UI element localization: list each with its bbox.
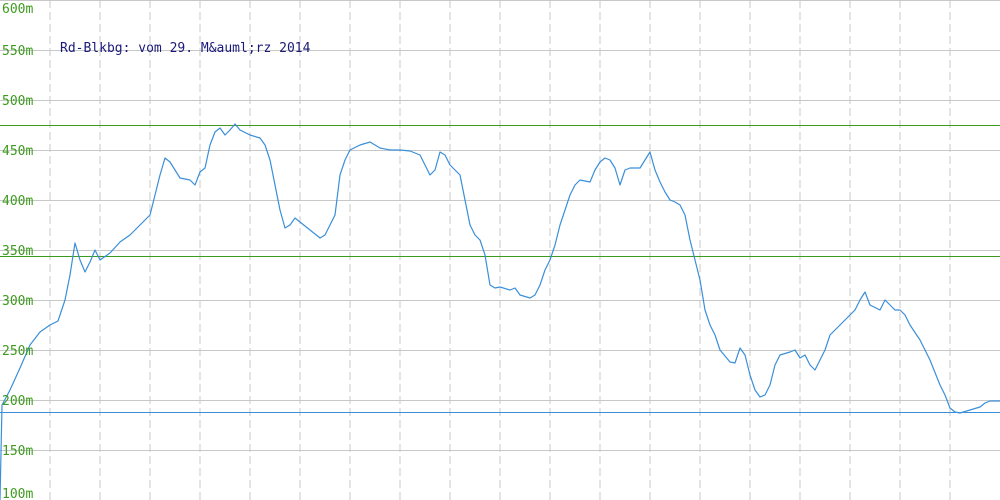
y-tick-label: 300m	[2, 294, 33, 309]
y-tick-label: 200m	[2, 394, 33, 409]
y-tick-label: 450m	[2, 144, 33, 159]
y-tick-label: 350m	[2, 244, 33, 259]
y-tick-label: 400m	[2, 194, 33, 209]
y-tick-label: 250m	[2, 344, 33, 359]
y-tick-label: 500m	[2, 94, 33, 109]
y-tick-label: 600m	[2, 2, 33, 17]
chart-title: Rd-Blkbg: vom 29. M&auml;rz 2014	[60, 41, 311, 56]
y-tick-label: 150m	[2, 444, 33, 459]
y-tick-label: 550m	[2, 44, 33, 59]
elevation-chart: 600m 550m 500m 450m 400m 350m 300m 250m 200m 150m…	[0, 0, 1000, 500]
y-tick-label: 100m	[2, 487, 33, 500]
